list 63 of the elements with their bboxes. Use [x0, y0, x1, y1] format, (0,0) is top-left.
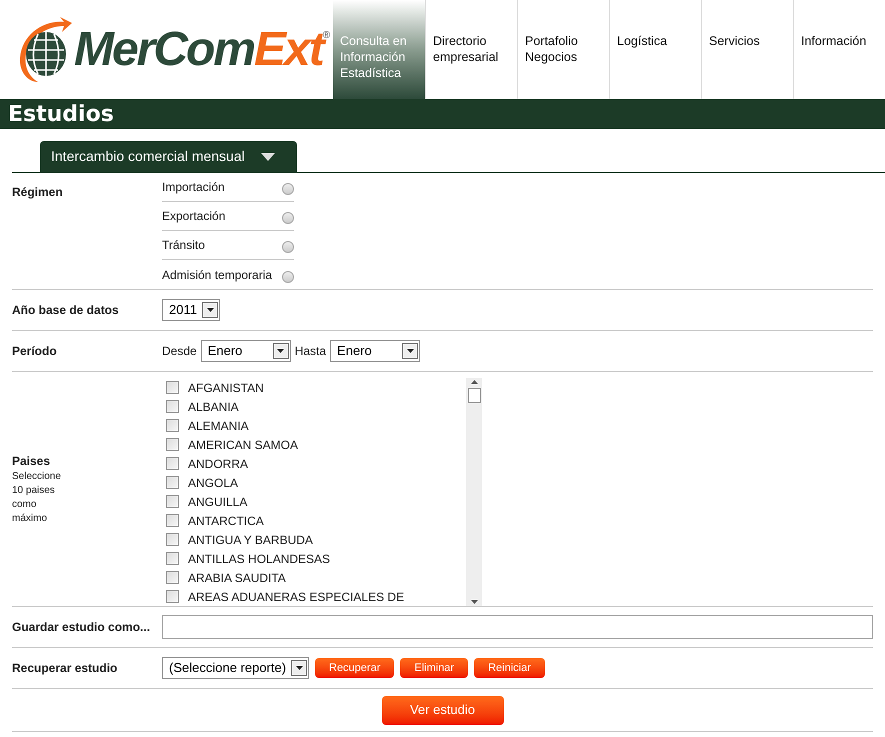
country-name: ANTILLAS HOLANDESAS	[188, 550, 330, 568]
checkbox[interactable]	[166, 400, 179, 413]
dropdown-arrow-icon	[277, 349, 284, 353]
action-button[interactable]: Reiniciar	[474, 658, 545, 678]
view-study-button[interactable]: Ver estudio	[382, 696, 504, 724]
checkbox[interactable]	[166, 476, 179, 489]
checkbox[interactable]	[166, 457, 179, 470]
scrollbar[interactable]	[466, 378, 482, 606]
dropdown-arrow-icon	[206, 308, 214, 312]
checkbox[interactable]	[166, 514, 179, 527]
to-label: Hasta	[294, 343, 326, 360]
option-label: Admisión temporaria	[162, 266, 272, 284]
country-name: ARABIA SAUDITA	[188, 570, 286, 586]
field-label: Paises	[12, 453, 52, 470]
study-type-tab[interactable]: Intercambio comercial mensual	[40, 141, 297, 172]
action-button[interactable]: Recuperar	[315, 658, 394, 678]
field-label: Régimen	[12, 185, 63, 199]
dropdown-caret-icon	[260, 152, 275, 160]
country-name: ANDORRA	[188, 456, 248, 472]
country-name: AREAS ADUANERAS ESPECIALES DE	[188, 588, 404, 606]
country-name: ANGUILLA	[188, 494, 248, 510]
radio-button[interactable]	[282, 270, 294, 282]
checkbox[interactable]	[166, 552, 179, 565]
action-button[interactable]: Eliminar	[400, 658, 468, 678]
month-dropdown[interactable]: Enero	[200, 340, 291, 362]
field-label: Año base de datos	[12, 303, 119, 317]
radio-button[interactable]	[282, 241, 294, 253]
country-name: ANTIGUA Y BARBUDA	[188, 532, 313, 548]
country-name: ALEMANIA	[188, 418, 249, 434]
radio-button[interactable]	[282, 183, 294, 195]
year-dropdown[interactable]: 2011	[162, 299, 220, 321]
report-dropdown[interactable]: (Seleccione reporte)	[162, 657, 309, 679]
option-label: Exportación	[162, 208, 226, 225]
checkbox[interactable]	[166, 571, 179, 584]
checkbox[interactable]	[166, 495, 179, 508]
scroll-up-icon[interactable]	[470, 380, 478, 384]
scrollbar-thumb[interactable]	[468, 388, 480, 403]
checkbox[interactable]	[166, 419, 179, 432]
option-label: Importación	[162, 179, 225, 196]
field-label: Guardar estudio como...	[12, 620, 150, 634]
checkbox[interactable]	[166, 590, 179, 603]
month-dropdown[interactable]: Enero	[330, 340, 420, 362]
country-name: AMERICAN SAMOA	[188, 436, 298, 454]
country-name: ANGOLA	[188, 474, 238, 492]
scroll-down-icon[interactable]	[470, 600, 478, 604]
study-name-field[interactable]	[162, 615, 873, 639]
logo-text: MerComExt	[74, 26, 323, 74]
country-name: ANTARCTICA	[188, 512, 264, 530]
checkbox[interactable]	[166, 438, 179, 451]
checkbox[interactable]	[166, 533, 179, 546]
field-label: Período	[12, 344, 57, 358]
country-name: ALBANIA	[188, 398, 239, 416]
nav-tab[interactable]: Consulta en Información Estadística	[333, 0, 425, 99]
page-title: Estudios	[8, 100, 114, 128]
field-label: Recuperar estudio	[12, 661, 118, 675]
country-name: AFGANISTAN	[188, 380, 264, 396]
dropdown-arrow-icon	[406, 349, 414, 353]
checkbox[interactable]	[166, 381, 179, 394]
radio-button[interactable]	[282, 212, 294, 224]
hint-text: Seleccione 10 paises como máximo	[12, 470, 62, 526]
option-label: Tránsito	[162, 237, 205, 254]
from-label: Desde	[162, 343, 197, 360]
dropdown-arrow-icon	[296, 666, 302, 670]
